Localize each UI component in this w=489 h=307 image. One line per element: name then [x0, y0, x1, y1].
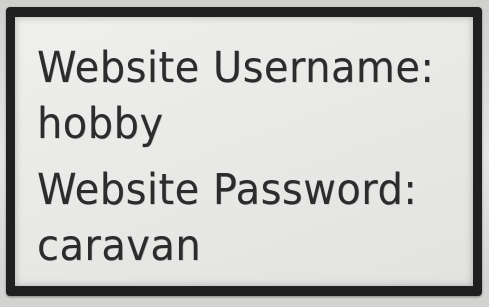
device-bezel: Website Username: hobby Website Password… [0, 0, 489, 307]
password-value: caravan [37, 221, 202, 271]
lcd-screen: Website Username: hobby Website Password… [15, 17, 473, 286]
password-label: Website Password: [37, 165, 418, 215]
username-value: hobby [37, 99, 164, 149]
lcd-frame: Website Username: hobby Website Password… [6, 7, 482, 296]
username-label: Website Username: [37, 43, 435, 93]
